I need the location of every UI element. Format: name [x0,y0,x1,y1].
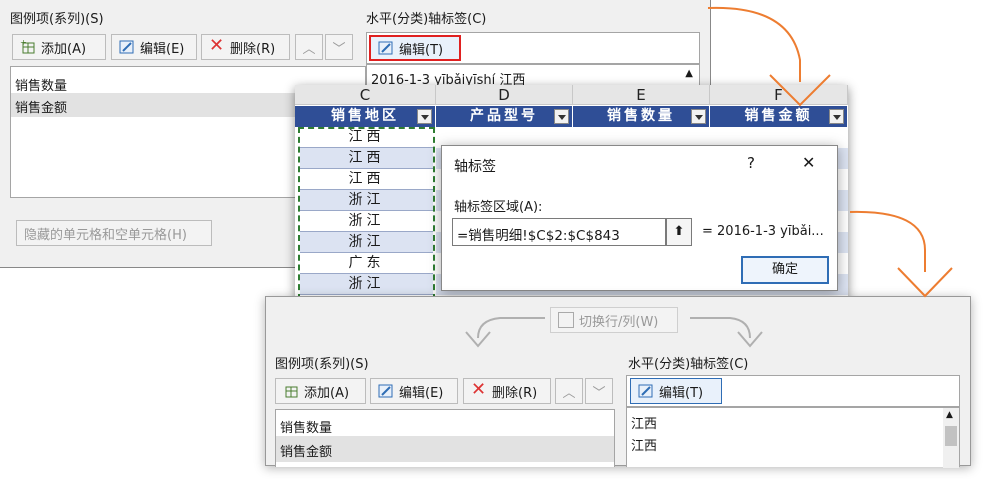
orange-arrow-right-head [897,267,953,298]
orange-arrow-top [707,6,801,82]
orange-arrow-right [849,210,926,272]
flow-arrows [465,6,953,348]
